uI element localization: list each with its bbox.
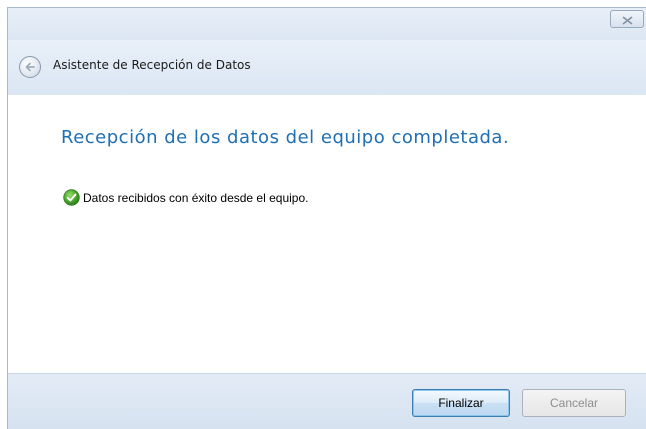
close-icon	[622, 10, 633, 29]
status-message: Datos recibidos con éxito desde el equip…	[63, 189, 308, 206]
finish-button[interactable]: Finalizar	[412, 389, 510, 417]
page-heading: Recepción de los datos del equipo comple…	[61, 127, 510, 148]
cancel-button[interactable]: Cancelar	[522, 389, 626, 417]
check-success-icon	[63, 189, 80, 206]
wizard-window: Asistente de Recepción de Datos Recepció…	[7, 7, 646, 429]
wizard-title: Asistente de Recepción de Datos	[53, 58, 251, 72]
wizard-content: Recepción de los datos del equipo comple…	[8, 95, 646, 373]
status-text: Datos recibidos con éxito desde el equip…	[83, 190, 309, 205]
wizard-footer: Finalizar Cancelar	[8, 373, 646, 429]
close-button[interactable]	[610, 10, 644, 28]
wizard-header: Asistente de Recepción de Datos	[8, 40, 646, 95]
back-arrow-icon	[24, 58, 36, 77]
back-button[interactable]	[19, 56, 41, 78]
title-bar	[8, 8, 646, 40]
